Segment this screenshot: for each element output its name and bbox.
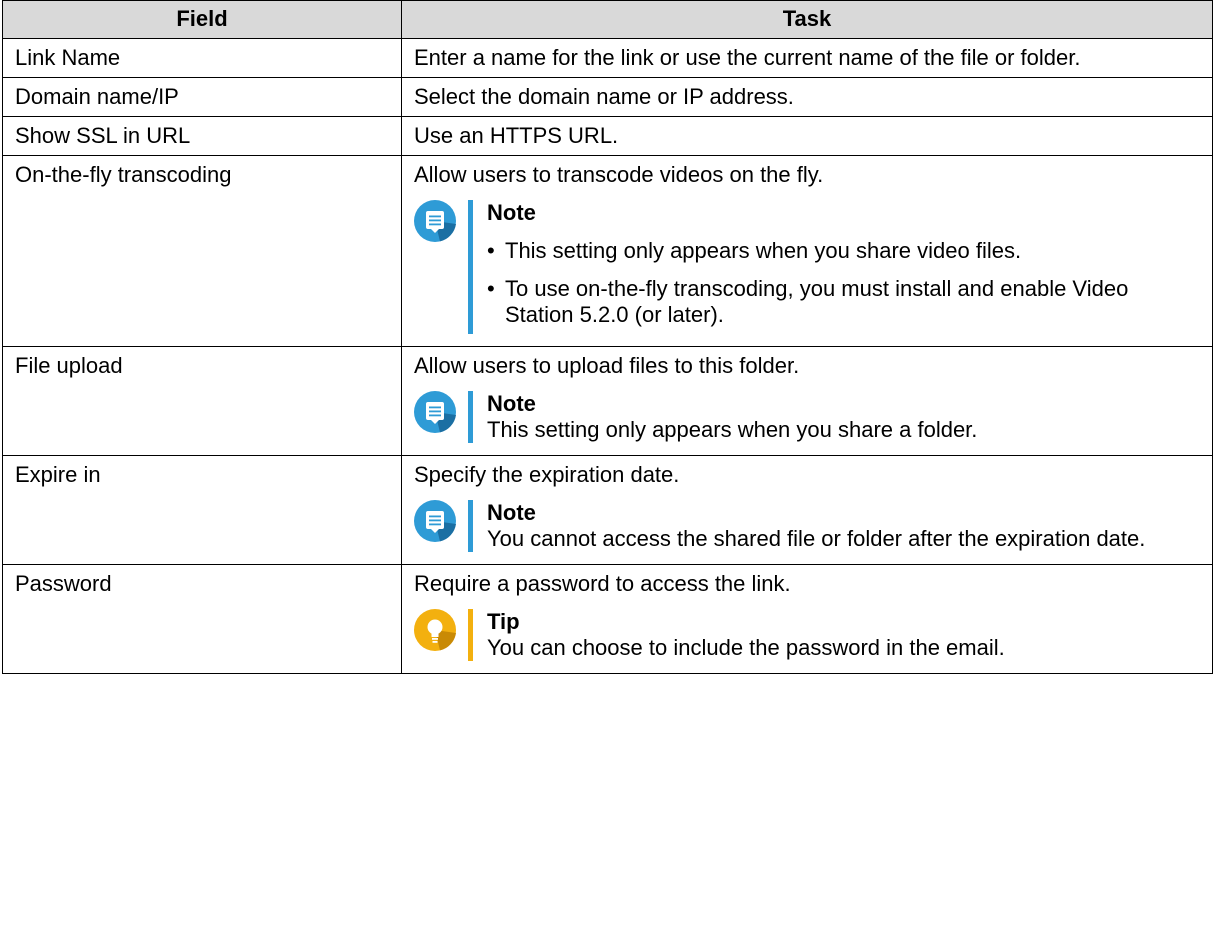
- task-text: Allow users to upload files to this fold…: [414, 353, 800, 378]
- tip-text: You can choose to include the password i…: [487, 635, 1005, 660]
- table-header-row: Field Task: [2, 0, 1213, 39]
- task-cell: Select the domain name or IP address.: [401, 77, 1213, 117]
- field-cell: Domain name/IP: [2, 77, 402, 117]
- table-row: Expire in Specify the expiration date. N: [2, 455, 1213, 565]
- note-icon: [414, 200, 456, 242]
- note-icon: [414, 391, 456, 433]
- list-item: To use on-the-fly transcoding, you must …: [487, 276, 1200, 328]
- note-title: Note: [487, 391, 536, 416]
- task-cell: Require a password to access the link. T…: [401, 564, 1213, 674]
- table-row: On-the-fly transcoding Allow users to tr…: [2, 155, 1213, 347]
- task-cell: Allow users to upload files to this fold…: [401, 346, 1213, 456]
- task-text: Allow users to transcode videos on the f…: [414, 162, 824, 187]
- tip-title: Tip: [487, 609, 520, 634]
- note-callout: Note This setting only appears when you …: [414, 391, 1200, 443]
- tip-callout: Tip You can choose to include the passwo…: [414, 609, 1200, 661]
- task-cell: Use an HTTPS URL.: [401, 116, 1213, 156]
- task-text: Enter a name for the link or use the cur…: [414, 45, 1081, 70]
- table-row: Domain name/IP Select the domain name or…: [2, 77, 1213, 117]
- note-list: This setting only appears when you share…: [487, 238, 1200, 334]
- note-callout: Note This setting only appears when you …: [414, 200, 1200, 334]
- field-cell: On-the-fly transcoding: [2, 155, 402, 347]
- task-text: Select the domain name or IP address.: [414, 84, 794, 109]
- table-row: Password Require a password to access th…: [2, 564, 1213, 674]
- lightbulb-icon: [414, 609, 456, 651]
- field-cell: Show SSL in URL: [2, 116, 402, 156]
- field-cell: Expire in: [2, 455, 402, 565]
- table-row: Show SSL in URL Use an HTTPS URL.: [2, 116, 1213, 156]
- task-cell: Allow users to transcode videos on the f…: [401, 155, 1213, 347]
- header-field: Field: [2, 0, 402, 39]
- note-text: This setting only appears when you share…: [487, 417, 978, 442]
- note-title: Note: [487, 500, 536, 525]
- task-text: Use an HTTPS URL.: [414, 123, 619, 148]
- tip-body: Tip You can choose to include the passwo…: [468, 609, 1200, 661]
- note-text: You cannot access the shared file or fol…: [487, 526, 1146, 551]
- table-row: File upload Allow users to upload files …: [2, 346, 1213, 456]
- header-task: Task: [401, 0, 1213, 39]
- note-callout: Note You cannot access the shared file o…: [414, 500, 1200, 552]
- task-text: Specify the expiration date.: [414, 462, 680, 487]
- field-cell: Password: [2, 564, 402, 674]
- field-cell: Link Name: [2, 38, 402, 78]
- task-cell: Enter a name for the link or use the cur…: [401, 38, 1213, 78]
- settings-table: Field Task Link Name Enter a name for th…: [2, 0, 1213, 674]
- task-text: Require a password to access the link.: [414, 571, 791, 596]
- table-row: Link Name Enter a name for the link or u…: [2, 38, 1213, 78]
- list-item: This setting only appears when you share…: [487, 238, 1200, 264]
- field-cell: File upload: [2, 346, 402, 456]
- note-icon: [414, 500, 456, 542]
- note-body: Note You cannot access the shared file o…: [468, 500, 1200, 552]
- note-body: Note This setting only appears when you …: [468, 200, 1200, 334]
- task-cell: Specify the expiration date. Note You ca…: [401, 455, 1213, 565]
- note-body: Note This setting only appears when you …: [468, 391, 1200, 443]
- note-title: Note: [487, 200, 536, 225]
